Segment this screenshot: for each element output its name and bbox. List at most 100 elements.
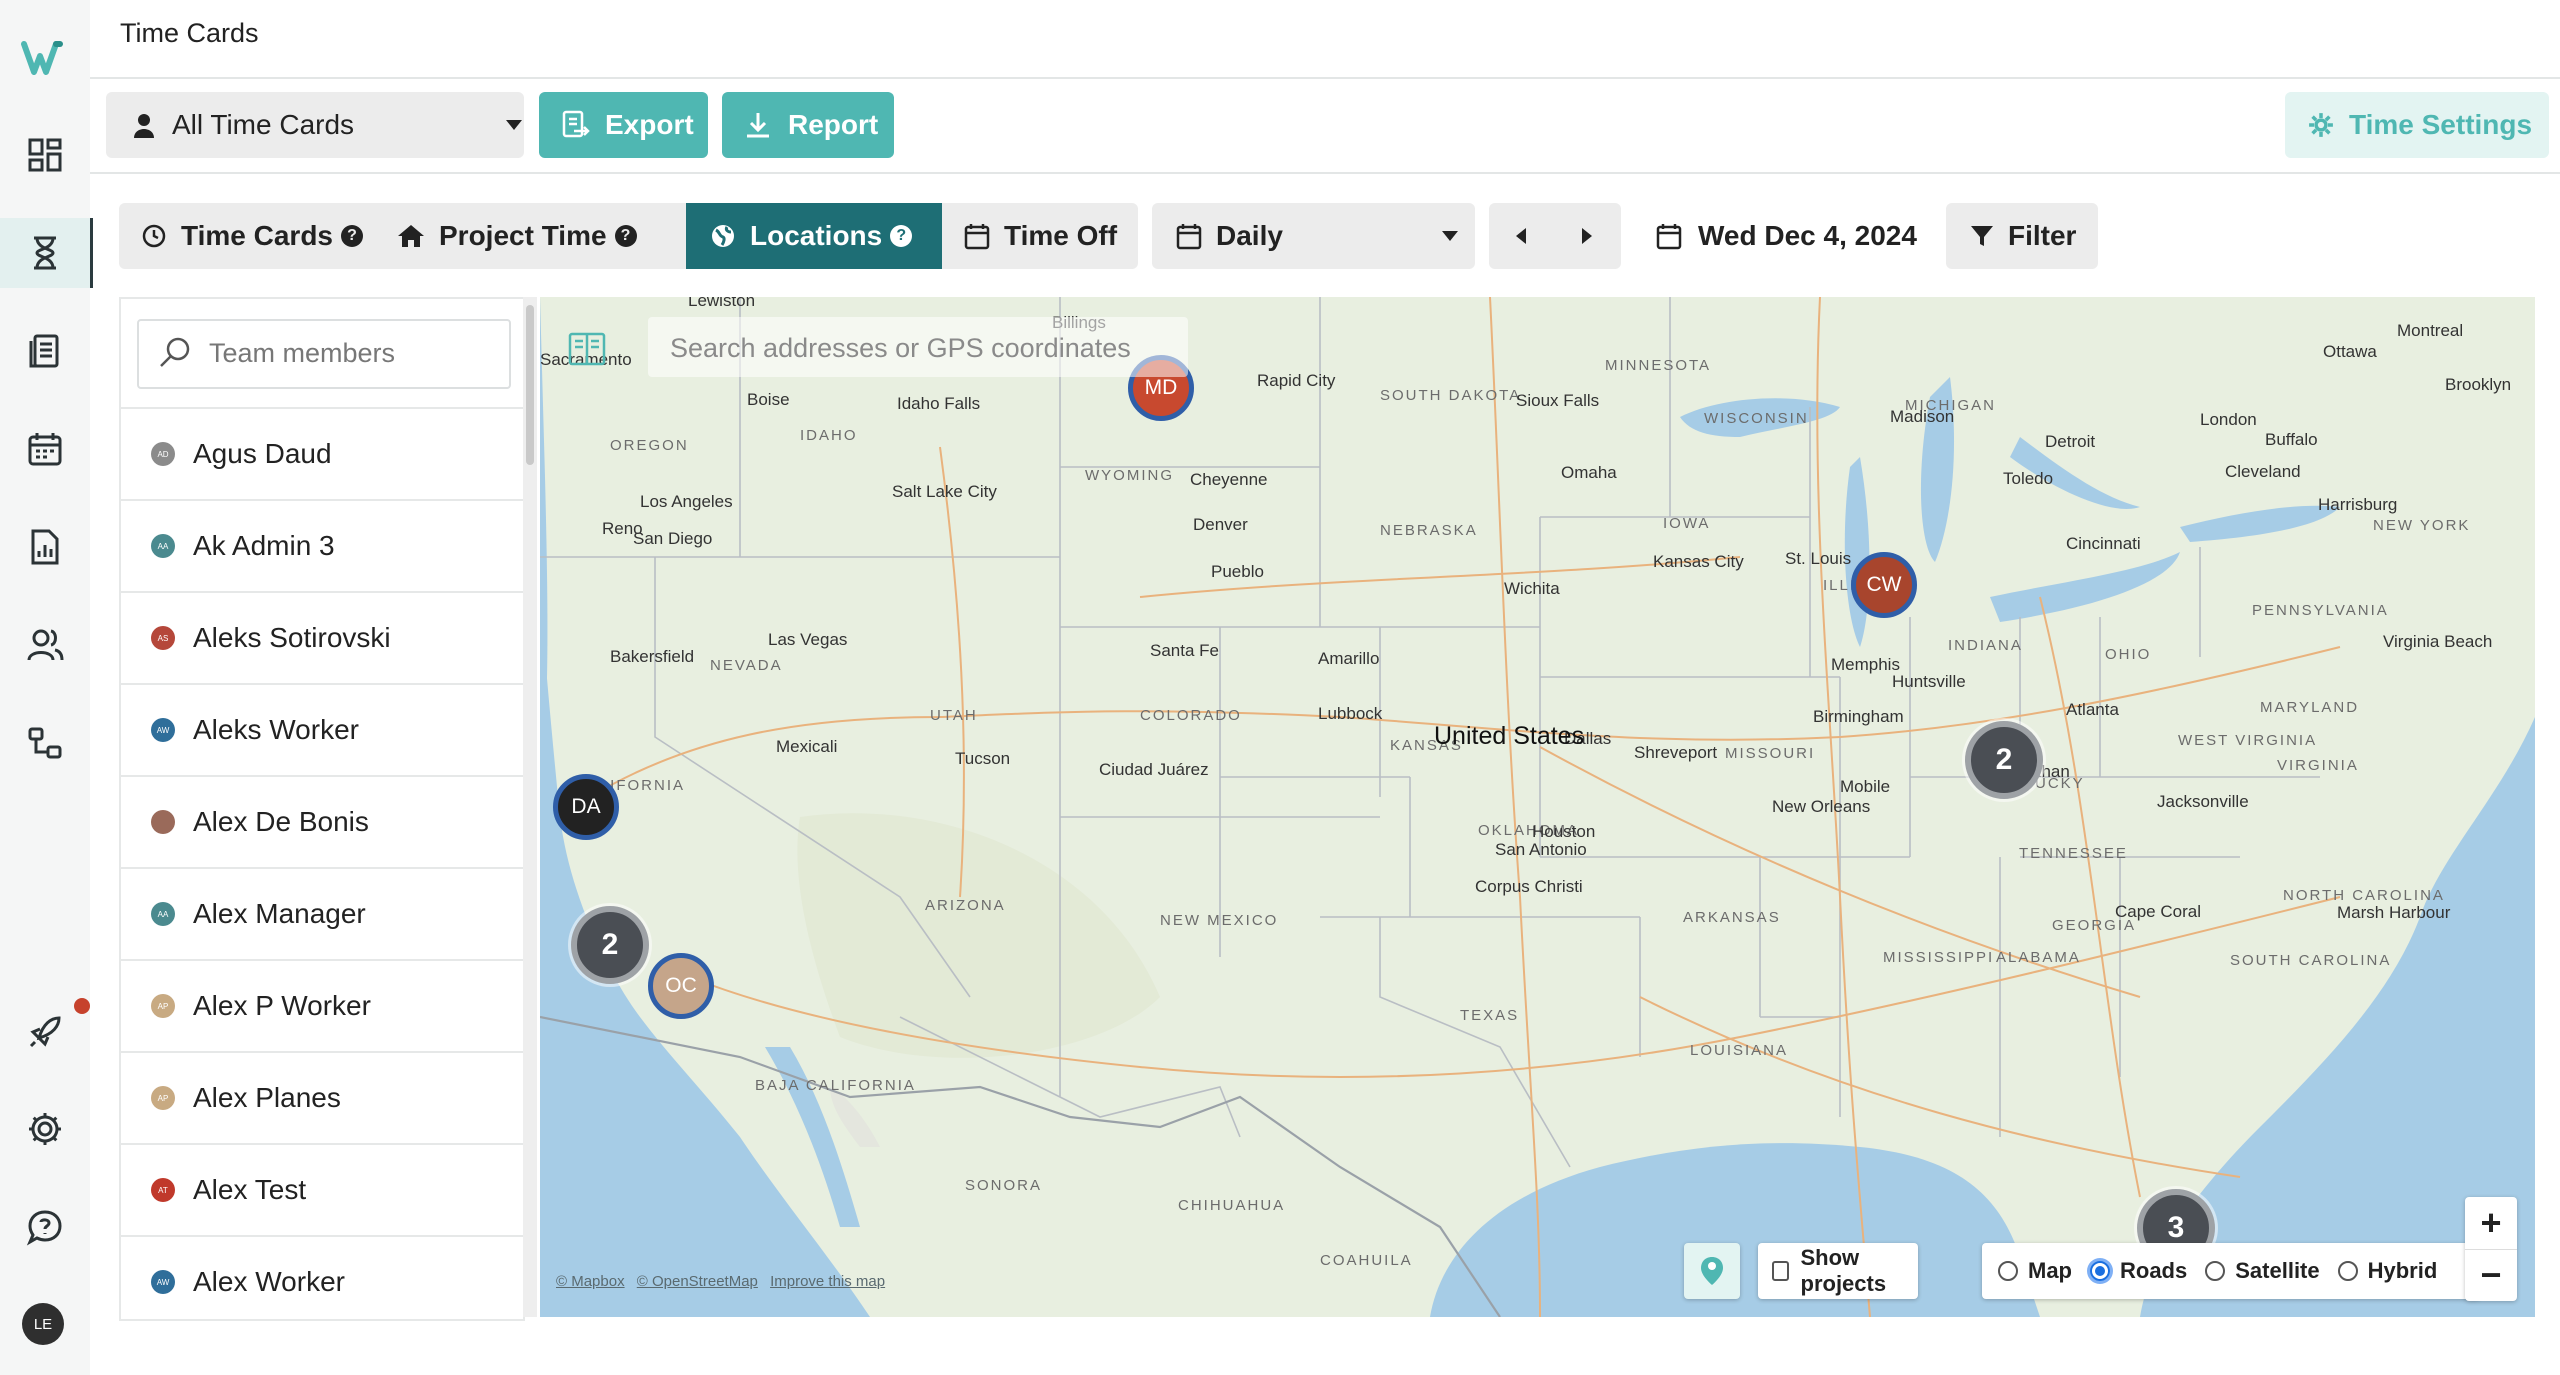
state-label: MINNESOTA (1605, 357, 1712, 374)
map-legend-book-icon[interactable] (568, 331, 606, 367)
report-button[interactable]: Report (722, 92, 894, 158)
settings-gear-icon[interactable] (0, 1094, 90, 1164)
toolbar: All Time Cards Export Report Time Settin… (90, 79, 2560, 174)
member-name: Alex Planes (193, 1082, 341, 1113)
city-label: Mobile (1840, 777, 1891, 796)
employee-location-pin[interactable]: CW (1851, 552, 1917, 618)
locate-me-button[interactable] (1684, 1243, 1740, 1299)
gear-icon (2309, 113, 2333, 137)
member-row[interactable]: AT Alex Test (121, 1143, 523, 1235)
mapbox-attribution-link[interactable]: © Mapbox (556, 1273, 625, 1290)
state-label: WISCONSIN (1704, 410, 1809, 427)
next-day-icon[interactable] (1582, 228, 1592, 244)
map-style-map[interactable]: Map (1998, 1258, 2072, 1284)
dashboard-icon[interactable] (0, 120, 90, 190)
city-label: Sioux Falls (1516, 391, 1600, 410)
member-row[interactable]: AS Aleks Sotirovski (121, 591, 523, 683)
state-label: CHIHUAHUA (1178, 1197, 1286, 1214)
map-search-input[interactable] (668, 325, 1172, 371)
member-row[interactable]: AA Ak Admin 3 (121, 499, 523, 591)
help-icon[interactable]: ? (341, 225, 363, 247)
member-avatar: AD (151, 442, 175, 466)
time-settings-button[interactable]: Time Settings (2285, 92, 2549, 158)
user-avatar[interactable]: LE (22, 1303, 64, 1345)
time-cards-filter-select[interactable]: All Time Cards (106, 92, 524, 158)
date-picker[interactable]: Wed Dec 4, 2024 (1656, 203, 1917, 269)
map-style-roads[interactable]: Roads (2090, 1258, 2187, 1284)
state-label: SONORA (965, 1177, 1043, 1194)
osm-attribution-link[interactable]: © OpenStreetMap (637, 1273, 758, 1290)
member-avatar: AS (151, 626, 175, 650)
radio-hybrid[interactable] (2337, 1261, 2358, 1281)
member-row[interactable]: AP Alex Planes (121, 1051, 523, 1143)
city-label: Virginia Beach (2383, 632, 2493, 651)
chevron-down-icon (1442, 231, 1458, 241)
city-label: Memphis (1831, 655, 1900, 674)
team-members-search-input[interactable] (207, 329, 501, 377)
tab-time-off[interactable]: Time Off (942, 203, 1138, 269)
tab-time-cards[interactable]: Time Cards ? (119, 203, 379, 269)
filter-button[interactable]: Filter (1946, 203, 2098, 269)
scrollbar-thumb[interactable] (526, 305, 534, 465)
map-style-hybrid[interactable]: Hybrid (2337, 1258, 2437, 1284)
city-label: Salt Lake City (892, 482, 997, 501)
city-label: St. Louis (1785, 549, 1852, 568)
employee-location-pin[interactable]: DA (553, 774, 619, 840)
radio-satellite[interactable] (2205, 1261, 2226, 1281)
radio-roads[interactable] (2090, 1261, 2110, 1281)
state-label: PENNSYLVANIA (2252, 602, 2389, 619)
map-style-satellite[interactable]: Satellite (2205, 1258, 2320, 1284)
globe-icon (712, 225, 734, 247)
download-icon (747, 113, 769, 138)
city-label: Harrisburg (2318, 495, 2398, 514)
state-label: ALABAMA (1996, 949, 2081, 966)
map-style-satellite-label: Satellite (2235, 1258, 2320, 1283)
member-list-scrollbar[interactable] (523, 297, 537, 1317)
member-row[interactable]: AW Alex Worker (121, 1235, 523, 1319)
reports-icon[interactable] (0, 512, 90, 582)
location-cluster[interactable]: 2 (571, 906, 649, 984)
search-icon (160, 337, 190, 367)
zoom-out-button[interactable]: − (2465, 1250, 2517, 1302)
member-name: Aleks Sotirovski (193, 622, 391, 653)
documents-icon[interactable] (0, 316, 90, 386)
member-row[interactable]: AA Alex Manager (121, 867, 523, 959)
member-row[interactable]: AD Agus Daud (121, 407, 523, 499)
city-label: Birmingham (1813, 707, 1904, 726)
city-label: Cheyenne (1190, 470, 1268, 489)
help-icon[interactable]: ? (890, 225, 913, 247)
team-icon[interactable] (0, 610, 90, 680)
radio-map[interactable] (1998, 1261, 2018, 1281)
city-label: Lewiston (688, 297, 756, 310)
app-logo[interactable] (18, 30, 72, 84)
period-select[interactable]: Daily (1152, 203, 1475, 269)
show-projects-toggle[interactable]: Show projects (1758, 1243, 1918, 1299)
calendar-icon[interactable] (0, 414, 90, 484)
tab-time-off-label: Time Off (1004, 220, 1118, 251)
notification-dot (74, 998, 90, 1014)
previous-day-icon[interactable] (1516, 228, 1526, 244)
locations-map[interactable]: OREGON IDAHO WYOMING SOUTH DAKOTA NEBRASKA NE… (540, 297, 2535, 1317)
member-row[interactable]: AP Alex P Worker (121, 959, 523, 1051)
state-label: WEST VIRGINIA (2178, 732, 2318, 749)
member-row[interactable]: Alex De Bonis (121, 775, 523, 867)
employee-location-pin[interactable]: OC (648, 953, 714, 1019)
integrations-icon[interactable] (0, 708, 90, 778)
city-label: Corpus Christi (1475, 877, 1583, 896)
tab-locations[interactable]: Locations ? (686, 203, 942, 269)
location-cluster[interactable]: 2 (1965, 721, 2043, 799)
zoom-in-button[interactable]: + (2465, 1197, 2517, 1250)
city-label: San Antonio (1495, 840, 1587, 859)
export-button[interactable]: Export (539, 92, 708, 158)
city-label: Denver (1193, 515, 1248, 534)
show-projects-checkbox[interactable] (1772, 1261, 1789, 1281)
help-chat-icon[interactable] (0, 1192, 90, 1262)
help-icon[interactable]: ? (614, 225, 637, 247)
state-label: NEBRASKA (1380, 522, 1478, 539)
top-bar: Time Cards (90, 0, 2560, 79)
member-avatar: AW (151, 718, 175, 742)
member-name: Agus Daud (193, 438, 332, 469)
timesheet-hourglass-icon[interactable] (0, 218, 93, 288)
improve-map-link[interactable]: Improve this map (770, 1273, 885, 1290)
member-row[interactable]: AW Aleks Worker (121, 683, 523, 775)
